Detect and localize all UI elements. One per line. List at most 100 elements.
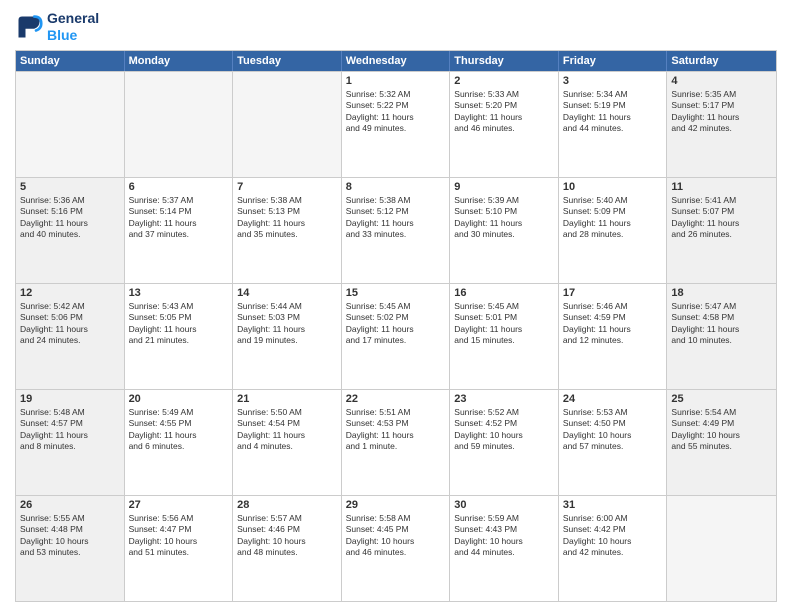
cell-text: Sunrise: 5:46 AMSunset: 4:59 PMDaylight:…	[563, 301, 663, 347]
cell-text: Sunrise: 5:38 AMSunset: 5:13 PMDaylight:…	[237, 195, 337, 241]
calendar-row: 5Sunrise: 5:36 AMSunset: 5:16 PMDaylight…	[16, 177, 776, 283]
day-number: 3	[563, 75, 663, 87]
day-number: 11	[671, 181, 772, 193]
cell-text: Sunrise: 5:32 AMSunset: 5:22 PMDaylight:…	[346, 89, 446, 135]
calendar-cell: 25 Sunrise: 5:54 AMSunset: 4:49 PMDayligh…	[667, 390, 776, 495]
calendar-cell	[16, 72, 125, 177]
calendar-cell: 17Sunrise: 5:46 AMSunset: 4:59 PMDayligh…	[559, 284, 668, 389]
calendar-cell	[667, 496, 776, 601]
calendar-cell: 31 Sunrise: 6:00 AMSunset: 4:42 PMDayligh…	[559, 496, 668, 601]
calendar-cell: 9 Sunrise: 5:39 AMSunset: 5:10 PMDaylight…	[450, 178, 559, 283]
cell-text: Sunrise: 5:50 AMSunset: 4:54 PMDaylight:…	[237, 407, 337, 453]
calendar-cell: 5Sunrise: 5:36 AMSunset: 5:16 PMDaylight…	[16, 178, 125, 283]
calendar-body: 1Sunrise: 5:32 AMSunset: 5:22 PMDaylight…	[16, 71, 776, 601]
cell-text: Sunrise: 5:54 AMSunset: 4:49 PMDaylight:…	[671, 407, 772, 453]
day-number: 7	[237, 181, 337, 193]
calendar-cell: 19 Sunrise: 5:48 AMSunset: 4:57 PMDayligh…	[16, 390, 125, 495]
calendar-cell: 8 Sunrise: 5:38 AMSunset: 5:12 PMDaylight…	[342, 178, 451, 283]
calendar-cell: 22 Sunrise: 5:51 AMSunset: 4:53 PMDayligh…	[342, 390, 451, 495]
cell-text: Sunrise: 5:58 AMSunset: 4:45 PMDaylight:…	[346, 513, 446, 559]
day-number: 13	[129, 287, 229, 299]
calendar-cell: 23 Sunrise: 5:52 AMSunset: 4:52 PMDayligh…	[450, 390, 559, 495]
header: General Blue	[15, 10, 777, 44]
cell-text: Sunrise: 5:40 AMSunset: 5:09 PMDaylight:…	[563, 195, 663, 241]
cell-text: Sunrise: 5:36 AMSunset: 5:16 PMDaylight:…	[20, 195, 120, 241]
page: General Blue SundayMondayTuesdayWednesda…	[0, 0, 792, 612]
cell-text: Sunrise: 5:47 AMSunset: 4:58 PMDaylight:…	[671, 301, 772, 347]
day-number: 25	[671, 393, 772, 405]
calendar-cell	[125, 72, 234, 177]
day-number: 12	[20, 287, 120, 299]
calendar-row: 19 Sunrise: 5:48 AMSunset: 4:57 PMDayligh…	[16, 389, 776, 495]
calendar-cell: 24 Sunrise: 5:53 AMSunset: 4:50 PMDayligh…	[559, 390, 668, 495]
cell-text: Sunrise: 5:45 AMSunset: 5:01 PMDaylight:…	[454, 301, 554, 347]
day-number: 2	[454, 75, 554, 87]
calendar-cell: 3 Sunrise: 5:34 AMSunset: 5:19 PMDaylight…	[559, 72, 668, 177]
cell-text: Sunrise: 5:56 AMSunset: 4:47 PMDaylight:…	[129, 513, 229, 559]
cell-text: Sunrise: 6:00 AMSunset: 4:42 PMDaylight:…	[563, 513, 663, 559]
calendar-cell	[233, 72, 342, 177]
day-number: 18	[671, 287, 772, 299]
calendar-cell: 18 Sunrise: 5:47 AMSunset: 4:58 PMDayligh…	[667, 284, 776, 389]
day-number: 30	[454, 499, 554, 511]
calendar-cell: 12Sunrise: 5:42 AMSunset: 5:06 PMDayligh…	[16, 284, 125, 389]
cell-text: Sunrise: 5:48 AMSunset: 4:57 PMDaylight:…	[20, 407, 120, 453]
calendar-cell: 26Sunrise: 5:55 AMSunset: 4:48 PMDayligh…	[16, 496, 125, 601]
calendar-cell: 30 Sunrise: 5:59 AMSunset: 4:43 PMDayligh…	[450, 496, 559, 601]
day-number: 6	[129, 181, 229, 193]
cell-text: Sunrise: 5:44 AMSunset: 5:03 PMDaylight:…	[237, 301, 337, 347]
calendar-cell: 11 Sunrise: 5:41 AMSunset: 5:07 PMDayligh…	[667, 178, 776, 283]
day-number: 14	[237, 287, 337, 299]
logo-text: General Blue	[47, 10, 99, 44]
calendar-cell: 15 Sunrise: 5:45 AMSunset: 5:02 PMDayligh…	[342, 284, 451, 389]
day-number: 9	[454, 181, 554, 193]
calendar-cell: 28 Sunrise: 5:57 AMSunset: 4:46 PMDayligh…	[233, 496, 342, 601]
day-number: 23	[454, 393, 554, 405]
cell-text: Sunrise: 5:57 AMSunset: 4:46 PMDaylight:…	[237, 513, 337, 559]
day-number: 26	[20, 499, 120, 511]
day-number: 10	[563, 181, 663, 193]
day-number: 22	[346, 393, 446, 405]
cell-text: Sunrise: 5:53 AMSunset: 4:50 PMDaylight:…	[563, 407, 663, 453]
day-number: 24	[563, 393, 663, 405]
cell-text: Sunrise: 5:38 AMSunset: 5:12 PMDaylight:…	[346, 195, 446, 241]
cell-text: Sunrise: 5:59 AMSunset: 4:43 PMDaylight:…	[454, 513, 554, 559]
day-number: 28	[237, 499, 337, 511]
calendar-cell: 2Sunrise: 5:33 AMSunset: 5:20 PMDaylight…	[450, 72, 559, 177]
day-number: 16	[454, 287, 554, 299]
calendar-cell: 10 Sunrise: 5:40 AMSunset: 5:09 PMDayligh…	[559, 178, 668, 283]
calendar-cell: 6 Sunrise: 5:37 AMSunset: 5:14 PMDaylight…	[125, 178, 234, 283]
cell-text: Sunrise: 5:51 AMSunset: 4:53 PMDaylight:…	[346, 407, 446, 453]
cell-text: Sunrise: 5:52 AMSunset: 4:52 PMDaylight:…	[454, 407, 554, 453]
day-number: 19	[20, 393, 120, 405]
calendar-row: 1Sunrise: 5:32 AMSunset: 5:22 PMDaylight…	[16, 71, 776, 177]
weekday-header: Tuesday	[233, 51, 342, 71]
cell-text: Sunrise: 5:34 AMSunset: 5:19 PMDaylight:…	[563, 89, 663, 135]
calendar-cell: 7 Sunrise: 5:38 AMSunset: 5:13 PMDaylight…	[233, 178, 342, 283]
cell-text: Sunrise: 5:41 AMSunset: 5:07 PMDaylight:…	[671, 195, 772, 241]
calendar-header: SundayMondayTuesdayWednesdayThursdayFrid…	[16, 51, 776, 71]
weekday-header: Saturday	[667, 51, 776, 71]
day-number: 15	[346, 287, 446, 299]
day-number: 27	[129, 499, 229, 511]
cell-text: Sunrise: 5:49 AMSunset: 4:55 PMDaylight:…	[129, 407, 229, 453]
calendar-cell: 14 Sunrise: 5:44 AMSunset: 5:03 PMDayligh…	[233, 284, 342, 389]
calendar-cell: 1Sunrise: 5:32 AMSunset: 5:22 PMDaylight…	[342, 72, 451, 177]
calendar-row: 26Sunrise: 5:55 AMSunset: 4:48 PMDayligh…	[16, 495, 776, 601]
weekday-header: Sunday	[16, 51, 125, 71]
weekday-header: Thursday	[450, 51, 559, 71]
logo: General Blue	[15, 10, 99, 44]
cell-text: Sunrise: 5:45 AMSunset: 5:02 PMDaylight:…	[346, 301, 446, 347]
weekday-header: Monday	[125, 51, 234, 71]
cell-text: Sunrise: 5:37 AMSunset: 5:14 PMDaylight:…	[129, 195, 229, 241]
calendar-row: 12Sunrise: 5:42 AMSunset: 5:06 PMDayligh…	[16, 283, 776, 389]
calendar-cell: 13Sunrise: 5:43 AMSunset: 5:05 PMDayligh…	[125, 284, 234, 389]
day-number: 8	[346, 181, 446, 193]
day-number: 4	[671, 75, 772, 87]
weekday-header: Friday	[559, 51, 668, 71]
cell-text: Sunrise: 5:39 AMSunset: 5:10 PMDaylight:…	[454, 195, 554, 241]
day-number: 31	[563, 499, 663, 511]
day-number: 21	[237, 393, 337, 405]
calendar-cell: 20Sunrise: 5:49 AMSunset: 4:55 PMDayligh…	[125, 390, 234, 495]
calendar-cell: 16 Sunrise: 5:45 AMSunset: 5:01 PMDayligh…	[450, 284, 559, 389]
